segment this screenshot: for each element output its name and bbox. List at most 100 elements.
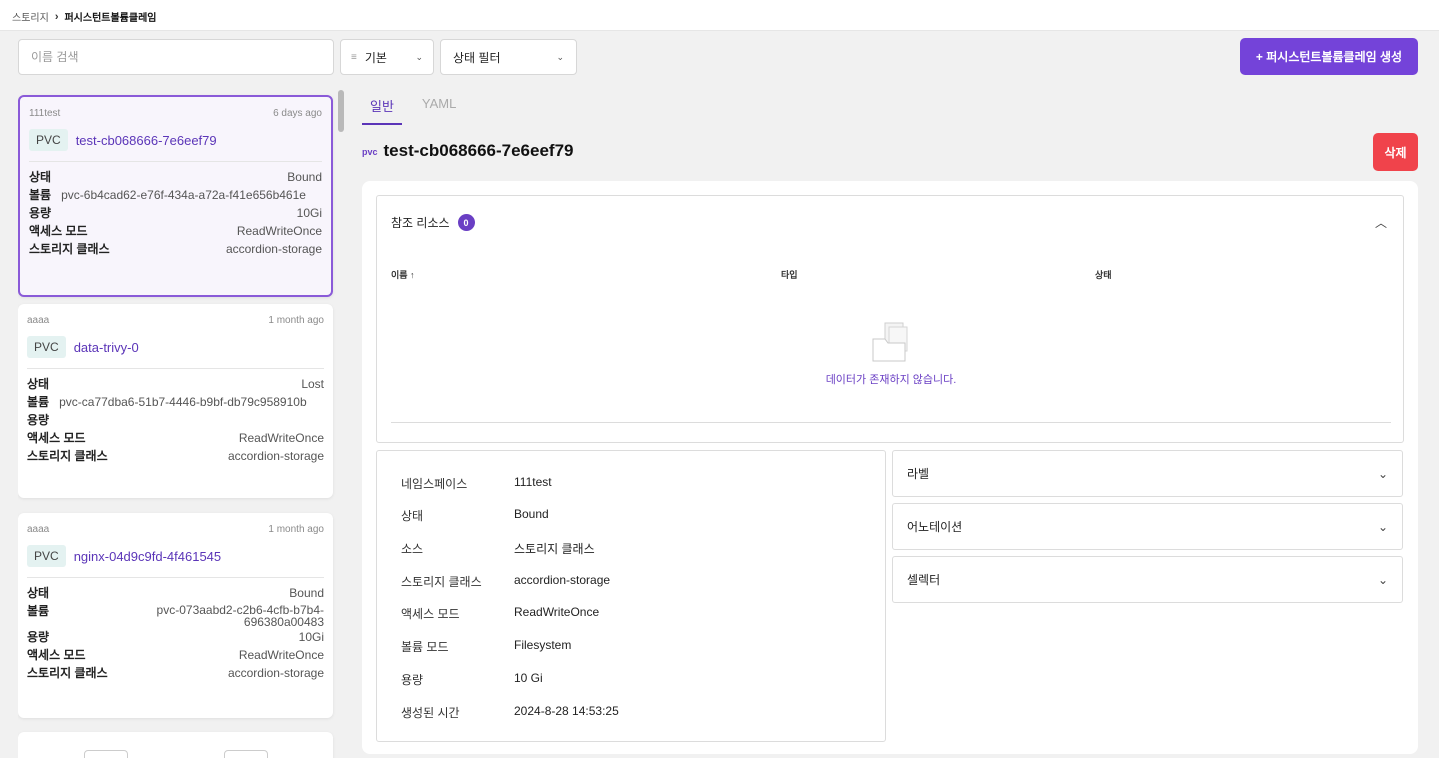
accordion-label: 라벨 — [907, 467, 930, 481]
info-row: 볼륨 모드 Filesystem — [401, 638, 571, 655]
row-key: 액세스 모드 — [27, 431, 86, 445]
row-key: 용량 — [27, 413, 50, 427]
column-header-status[interactable]: 상태 — [1095, 268, 1112, 281]
card-age: 1 month ago — [268, 315, 324, 326]
row-value: ReadWriteOnce — [236, 224, 322, 238]
divider — [391, 422, 1391, 423]
pvc-icon: pvc — [362, 147, 378, 157]
row-key: 액세스 모드 — [29, 224, 88, 238]
card-namespace: 111test — [29, 108, 61, 119]
row-value: accordion-storage — [227, 666, 324, 680]
status-filter-label: 상태 필터 — [453, 50, 501, 65]
pvc-tag: PVC — [29, 129, 68, 151]
row-value: pvc-073aabd2-c2b6-4cfb-b7b4-696380a00483 — [156, 603, 324, 629]
info-row: 상태 Bound — [401, 507, 549, 524]
info-value: 10 Gi — [514, 671, 543, 685]
status-filter-dropdown[interactable]: 상태 필터 ⌄ — [440, 39, 577, 75]
sort-dropdown[interactable]: ≡ 기본 ⌄ — [340, 39, 434, 75]
referenced-resources-section: 참조 리소스 0 ︿ 이름 ↑ 타입 상태 데이터가 존재하지 않습니다. — [376, 195, 1404, 443]
count-badge: 0 — [457, 214, 475, 231]
row-key: 상태 — [27, 377, 50, 391]
row-value: accordion-storage — [227, 449, 324, 463]
info-row: 액세스 모드 ReadWriteOnce — [401, 605, 599, 622]
pagination-next-button[interactable] — [224, 750, 268, 758]
row-key: 액세스 모드 — [27, 648, 86, 662]
row-key: 스토리지 클래스 — [27, 449, 108, 463]
pvc-card[interactable] — [18, 732, 333, 758]
selector-accordion[interactable]: 셀렉터 ⌄ — [892, 556, 1403, 603]
info-key: 소스 — [401, 542, 424, 556]
column-header-type[interactable]: 타입 — [781, 268, 798, 281]
row-value: pvc-6b4cad62-e76f-434a-a72a-f41e656b461e — [61, 188, 306, 202]
empty-folder-icon — [872, 322, 908, 362]
chevron-down-icon: ⌄ — [1377, 466, 1388, 481]
search-input[interactable] — [18, 39, 334, 75]
tab-general[interactable]: 일반 — [362, 92, 402, 125]
card-name: test-cb068666-7e6eef79 — [75, 132, 217, 148]
top-bar: 스토리지 › 퍼시스턴트볼륨클레임 — [0, 0, 1439, 31]
tab-yaml[interactable]: YAML — [414, 92, 464, 125]
list-scrollbar[interactable] — [338, 90, 344, 132]
row-value: ReadWriteOnce — [238, 648, 324, 662]
card-name: nginx-04d9c9fd-4f461545 — [73, 548, 222, 564]
accordion-label: 어노테이션 — [907, 520, 963, 534]
delete-label: 삭제 — [1384, 145, 1407, 160]
chevron-up-icon[interactable]: ︿ — [1375, 214, 1387, 231]
pagination-prev-button[interactable] — [84, 750, 128, 758]
pvc-card[interactable]: 111test 6 days ago PVC test-cb068666-7e6… — [18, 95, 333, 297]
info-key: 네임스페이스 — [401, 477, 468, 491]
row-key: 스토리지 클래스 — [29, 242, 110, 256]
detail-tabs: 일반 YAML — [362, 92, 464, 125]
annotations-accordion[interactable]: 어노테이션 ⌄ — [892, 503, 1403, 550]
info-value: 2024-8-28 14:53:25 — [514, 704, 619, 718]
row-value: 10Gi — [296, 206, 322, 220]
card-age: 6 days ago — [273, 108, 322, 119]
row-key: 상태 — [27, 586, 50, 600]
chevron-right-icon: › — [54, 10, 59, 23]
card-namespace: aaaa — [27, 524, 50, 535]
pvc-tag: PVC — [27, 545, 66, 567]
pvc-card[interactable]: aaaa 1 month ago PVC nginx-04d9c9fd-4f46… — [18, 513, 333, 718]
row-key: 볼륨 — [27, 604, 50, 618]
pvc-tag: PVC — [27, 336, 66, 358]
row-key: 용량 — [29, 206, 52, 220]
chevron-down-icon: ⌄ — [415, 51, 423, 62]
row-key: 상태 — [29, 170, 52, 184]
row-value: ReadWriteOnce — [238, 431, 324, 445]
info-value: 111test — [514, 475, 552, 489]
accordion-label: 셀렉터 — [907, 573, 941, 587]
page-title: test-cb068666-7e6eef79 — [383, 141, 574, 160]
info-key: 볼륨 모드 — [401, 640, 449, 654]
section-title: 참조 리소스 — [391, 216, 450, 230]
column-header-name[interactable]: 이름 ↑ — [391, 268, 415, 281]
info-row: 스토리지 클래스 accordion-storage — [401, 573, 610, 590]
breadcrumb: 스토리지 › 퍼시스턴트볼륨클레임 — [12, 9, 157, 25]
delete-button[interactable]: 삭제 — [1373, 133, 1418, 171]
row-key: 스토리지 클래스 — [27, 666, 108, 680]
row-value: Bound — [287, 170, 322, 184]
pvc-list: 111test 6 days ago PVC test-cb068666-7e6… — [18, 88, 345, 758]
info-value: accordion-storage — [514, 573, 611, 587]
info-value: ReadWriteOnce — [514, 605, 600, 619]
info-section: 네임스페이스 111test 상태 Bound 소스 스토리지 클래스 스토리지 클래… — [376, 450, 886, 742]
card-age: 1 month ago — [268, 524, 324, 535]
info-row: 생성된 시간 2024-8-28 14:53:25 — [401, 704, 619, 721]
chevron-down-icon: ⌄ — [1377, 572, 1388, 587]
info-row: 네임스페이스 111test — [401, 475, 552, 492]
labels-accordion[interactable]: 라벨 ⌄ — [892, 450, 1403, 497]
info-key: 용량 — [401, 673, 424, 687]
row-value: pvc-ca77dba6-51b7-4446-b9bf-db79c958910b — [59, 395, 307, 409]
create-pvc-button[interactable]: + 퍼시스턴트볼륨클레임 생성 — [1240, 38, 1418, 75]
info-key: 상태 — [401, 509, 424, 523]
row-value: 10Gi — [298, 630, 324, 644]
breadcrumb-storage[interactable]: 스토리지 — [12, 9, 49, 24]
card-name: data-trivy-0 — [73, 339, 139, 355]
card-namespace: aaaa — [27, 315, 50, 326]
row-value: accordion-storage — [225, 242, 322, 256]
info-value: Filesystem — [514, 638, 572, 652]
info-key: 액세스 모드 — [401, 607, 460, 621]
pvc-card[interactable]: aaaa 1 month ago PVC data-trivy-0 상태 Lost… — [18, 304, 333, 498]
row-key: 용량 — [27, 630, 50, 644]
breadcrumb-current: 퍼시스턴트볼륨클레임 — [64, 13, 157, 24]
create-pvc-label: + 퍼시스턴트볼륨클레임 생성 — [1255, 50, 1403, 64]
